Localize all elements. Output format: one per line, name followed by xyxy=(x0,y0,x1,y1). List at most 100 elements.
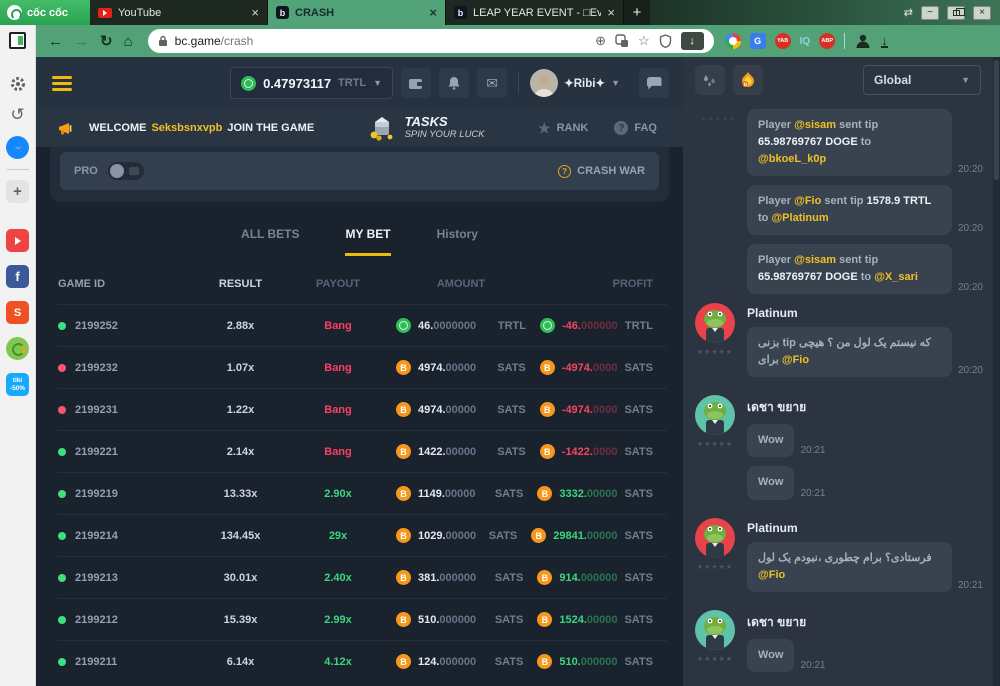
table-row[interactable]: 21992116.14x4.12xB124.000000SATSB510.000… xyxy=(58,640,667,682)
menu-hamburger-icon[interactable] xyxy=(50,72,74,95)
add-shortcut-button[interactable]: + xyxy=(6,180,29,203)
scrollbar-thumb[interactable] xyxy=(994,60,999,180)
coccoc-shortcut-icon[interactable] xyxy=(6,337,29,360)
reload-icon[interactable]: ↻ xyxy=(100,34,113,49)
notifications-button[interactable] xyxy=(439,68,469,98)
promo-banner: WELCOME Seksbsnxvpb JOIN THE GAME TASKS … xyxy=(36,109,683,147)
chat-token: sent tip xyxy=(839,119,878,131)
shopee-shortcut-icon[interactable]: S xyxy=(6,301,29,324)
chat-username[interactable]: เดชา ขยาย xyxy=(747,613,826,632)
table-header-row: GAME ID RESULT PAYOUT AMOUNT PROFIT xyxy=(58,264,667,304)
faq-link[interactable]: ?FAQ xyxy=(614,121,657,135)
tasks-link[interactable]: TASKS SPIN YOUR LUCK xyxy=(368,115,485,141)
shield-icon[interactable] xyxy=(659,34,672,48)
result-cell: 2.88x xyxy=(193,320,288,332)
browser-tab[interactable]: bCRASH× xyxy=(268,0,446,25)
chat-username[interactable]: Platinum xyxy=(747,521,983,535)
crash-war-link[interactable]: ? CRASH WAR xyxy=(558,165,645,178)
abp-extension-icon[interactable]: ABP xyxy=(819,33,835,49)
status-dot xyxy=(58,532,66,540)
sats-coin-icon: B xyxy=(396,402,411,417)
settings-gear-icon[interactable] xyxy=(9,75,27,93)
table-row[interactable]: 2199214134.45x29xB1029.00000SATSB29841.0… xyxy=(58,514,667,556)
rain-button[interactable] xyxy=(695,65,725,95)
table-row[interactable]: 219921913.33x2.90xB1149.00000SATSB3332.0… xyxy=(58,472,667,514)
currency-label: SATS xyxy=(624,488,653,500)
balance-dropdown[interactable]: 0.47973117 TRTL ▼ xyxy=(230,67,393,99)
welcome-message: WELCOME Seksbsnxvpb JOIN THE GAME xyxy=(89,122,314,134)
tab-my-bet[interactable]: MY BET xyxy=(345,227,390,256)
minimize-button[interactable]: − xyxy=(921,6,939,20)
tab-switch-icon[interactable]: ⇄ xyxy=(904,6,913,19)
rank-link[interactable]: ★RANK xyxy=(538,120,588,137)
table-row[interactable]: 21992212.14xBangB1422.00000SATSB-1422.00… xyxy=(58,430,667,472)
chat-toggle-button[interactable] xyxy=(639,68,669,98)
yab-extension-icon[interactable]: YAB xyxy=(775,33,791,49)
sidebar-toggle-icon[interactable] xyxy=(9,32,26,49)
table-row[interactable]: 219921215.39x2.99xB510.000000SATSB1524.0… xyxy=(58,598,667,640)
messages-button[interactable]: ✉ xyxy=(477,68,507,98)
avatar[interactable] xyxy=(695,610,735,650)
translate-icon[interactable] xyxy=(615,34,629,48)
sats-coin-icon: B xyxy=(540,402,555,417)
status-dot xyxy=(58,616,66,624)
table-row[interactable]: 21992321.07xBangB4974.00000SATSB-4974.00… xyxy=(58,346,667,388)
profile-icon[interactable] xyxy=(854,32,872,50)
chat-token: چطوری xyxy=(824,552,859,564)
tab-close-icon[interactable]: × xyxy=(429,6,437,19)
iq-extension-icon[interactable]: IQ xyxy=(800,36,811,47)
downloads-icon[interactable]: ↓ xyxy=(881,35,888,48)
forward-icon[interactable]: → xyxy=(74,34,89,49)
browser-toolbar: ← → ↻ ⌂ bc.game/crash ⊕ ☆ ↓ G YAB IQ ABP… xyxy=(36,25,1000,57)
tiki-shortcut-icon[interactable]: tiki-50% xyxy=(6,373,29,396)
history-icon[interactable]: ↺ xyxy=(10,106,24,123)
youtube-shortcut-icon[interactable] xyxy=(6,229,29,252)
lock-icon xyxy=(158,35,168,47)
browser-tab[interactable]: bLEAP YEAR EVENT - □Event - C× xyxy=(446,0,624,25)
address-bar[interactable]: bc.game/crash ⊕ ☆ ↓ xyxy=(148,29,714,53)
table-row[interactable]: 21992522.88xBang46.0000000TRTL-46.000000… xyxy=(58,304,667,346)
back-icon[interactable]: ← xyxy=(48,34,63,49)
avatar-column: ★★★★★ xyxy=(695,610,735,681)
tab-close-icon[interactable]: × xyxy=(607,6,615,19)
status-dot xyxy=(58,574,66,582)
browser-tab[interactable]: YouTube × xyxy=(90,0,268,25)
bookmark-star-icon[interactable]: ☆ xyxy=(638,33,650,49)
avatar[interactable] xyxy=(695,395,735,435)
download-bar-button[interactable]: ↓ xyxy=(681,32,704,50)
chat-username[interactable]: Platinum xyxy=(747,306,983,320)
tab-close-icon[interactable]: × xyxy=(251,6,259,19)
browser-extension-icon[interactable] xyxy=(725,33,741,49)
facebook-shortcut-icon[interactable]: f xyxy=(6,265,29,288)
messenger-icon[interactable] xyxy=(6,136,29,159)
table-row[interactable]: 219921330.01x2.40xB381.000000SATSB914.00… xyxy=(58,556,667,598)
restore-button[interactable] xyxy=(947,6,965,20)
chat-panel: D Global ▼ ★★★★★Player @sisam sent tip 6… xyxy=(683,57,993,686)
chat-username[interactable]: เดชา ขยาย xyxy=(747,398,826,417)
user-menu[interactable]: ✦Ribi✦ ▼ xyxy=(530,69,620,97)
pro-toggle[interactable] xyxy=(108,162,144,180)
avatar[interactable] xyxy=(695,518,735,558)
timestamp: 20:21 xyxy=(958,580,983,592)
tab-all-bets[interactable]: ALL BETS xyxy=(241,227,299,253)
tiki-discount: -50% xyxy=(10,385,25,392)
tab-history[interactable]: History xyxy=(437,227,478,253)
table-row[interactable]: 21992311.22xBangB4974.00000SATSB-4974.00… xyxy=(58,388,667,430)
result-cell: 1.22x xyxy=(193,404,288,416)
coin-drop-button[interactable]: D xyxy=(733,65,763,95)
chat-channel-select[interactable]: Global ▼ xyxy=(863,65,981,95)
close-button[interactable]: × xyxy=(973,6,991,20)
status-dot xyxy=(58,490,66,498)
amount-cell: B1029.00000SATS xyxy=(388,528,531,543)
coccoc-logo[interactable]: cốc cốc xyxy=(0,0,90,25)
wallet-button[interactable] xyxy=(401,68,431,98)
tab-title: YouTube xyxy=(118,7,245,19)
new-tab-button[interactable]: + xyxy=(624,0,650,25)
timestamp: 20:21 xyxy=(800,660,825,672)
star-rating: ★★★★★ xyxy=(697,655,733,663)
scrollbar[interactable] xyxy=(993,57,1000,686)
home-icon[interactable]: ⌂ xyxy=(124,34,133,49)
add-icon[interactable]: ⊕ xyxy=(595,33,606,49)
translate-extension-icon[interactable]: G xyxy=(750,33,766,49)
avatar[interactable] xyxy=(695,303,735,343)
